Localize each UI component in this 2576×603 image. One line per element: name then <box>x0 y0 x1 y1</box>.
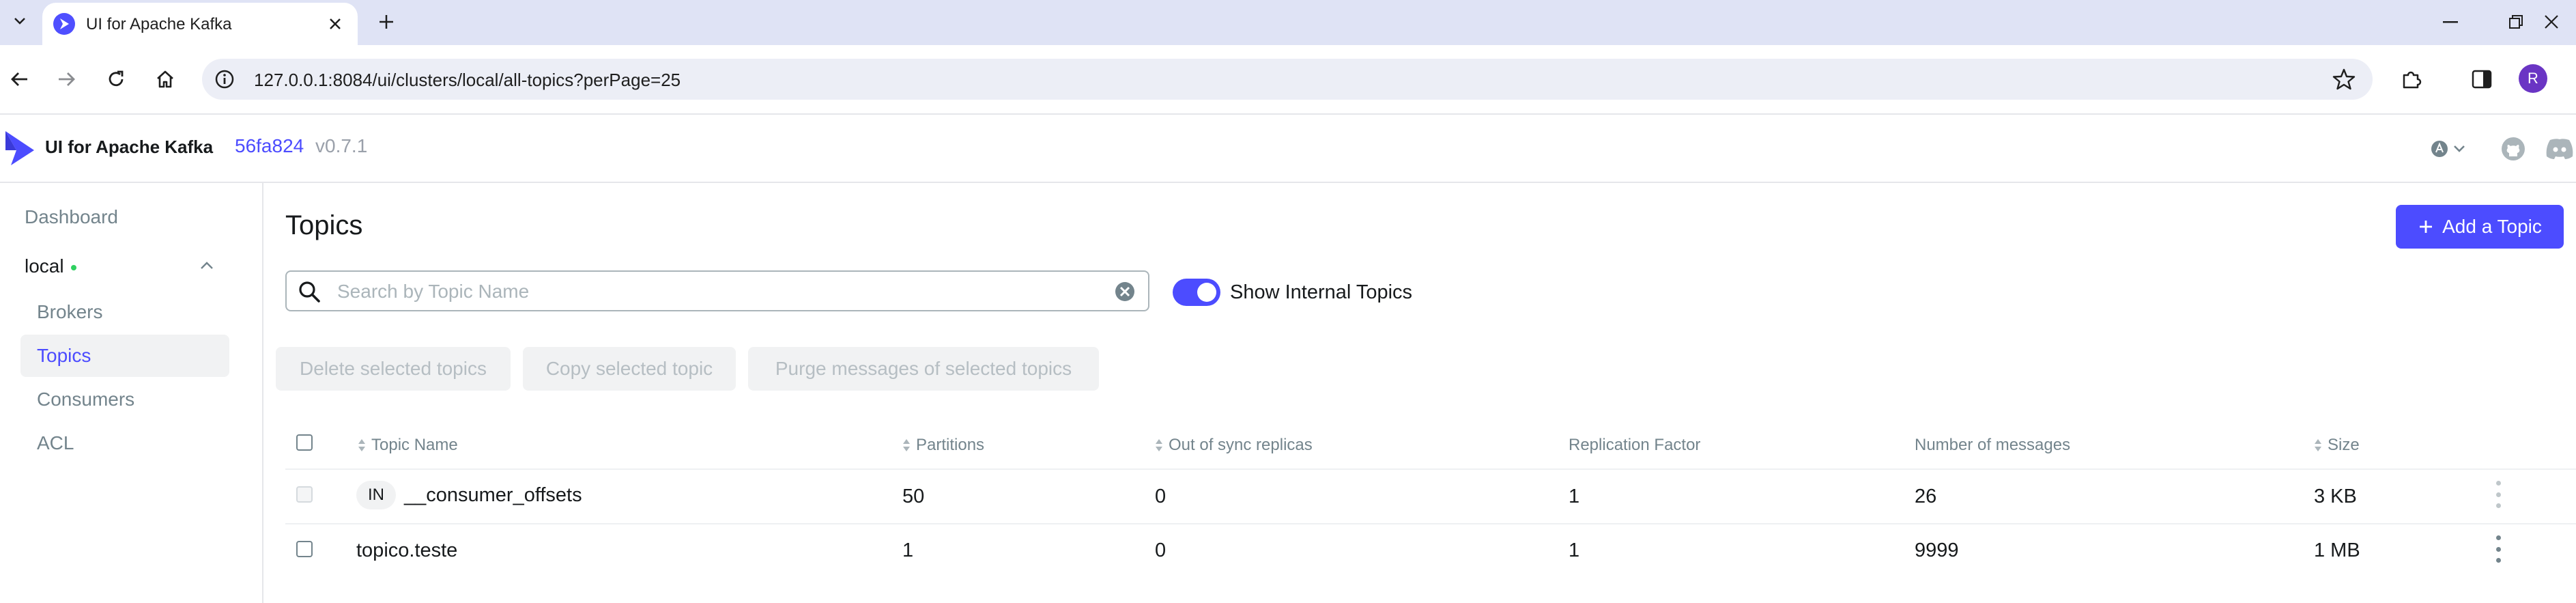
user-menu-dropdown[interactable] <box>2430 135 2471 163</box>
row-actions-kebab-icon[interactable] <box>2493 481 2504 508</box>
chevron-up-icon[interactable] <box>199 261 214 270</box>
url-text[interactable]: 127.0.0.1:8084/ui/clusters/local/all-top… <box>254 70 681 91</box>
table-header-divider <box>285 468 2576 470</box>
site-info-icon[interactable] <box>214 69 235 89</box>
tab-title: UI for Apache Kafka <box>86 15 232 33</box>
search-input[interactable] <box>336 277 1089 306</box>
out-of-sync-cell: 0 <box>1155 486 1167 507</box>
partitions-cell: 50 <box>902 486 925 507</box>
row-divider <box>285 523 2576 524</box>
browser-tab-bar: UI for Apache Kafka <box>0 0 2576 45</box>
github-icon[interactable] <box>2500 135 2527 163</box>
column-label: Number of messages <box>1915 436 2071 454</box>
close-window-icon[interactable] <box>2531 7 2572 37</box>
sidebar: Dashboard local Brokers Topics Consumers… <box>0 183 263 603</box>
column-label: Out of sync replicas <box>1169 436 1313 454</box>
extensions-puzzle-icon[interactable] <box>2394 63 2427 96</box>
sidebar-item-dashboard[interactable]: Dashboard <box>25 206 118 228</box>
column-header-out-of-sync-replicas[interactable]: Out of sync replicas <box>1155 436 1313 455</box>
sort-icon <box>903 439 910 451</box>
column-header-size[interactable]: Size <box>2314 436 2360 455</box>
sidebar-item-topics[interactable]: Topics <box>20 335 229 377</box>
cluster-online-status-dot <box>70 264 76 270</box>
sidebar-item-label: Brokers <box>37 301 103 322</box>
purge-messages-button[interactable]: Purge messages of selected topics <box>748 347 1099 391</box>
messages-count-cell: 26 <box>1915 486 1937 507</box>
out-of-sync-cell: 0 <box>1155 539 1167 561</box>
close-tab-icon[interactable] <box>324 12 347 36</box>
internal-topic-badge: IN <box>356 481 396 509</box>
column-header-partitions[interactable]: Partitions <box>902 436 984 455</box>
kafka-ui-logo-icon[interactable] <box>3 130 37 167</box>
bookmark-star-icon[interactable] <box>2332 67 2356 92</box>
row-actions-kebab-icon[interactable] <box>2493 535 2504 563</box>
home-icon[interactable] <box>149 63 182 96</box>
discord-icon[interactable] <box>2543 135 2576 163</box>
column-label: Replication Factor <box>1569 436 1701 454</box>
forward-arrow-icon[interactable] <box>51 63 83 96</box>
new-tab-plus-icon[interactable] <box>374 10 399 34</box>
column-header-topic-name[interactable]: Topic Name <box>358 436 458 455</box>
select-all-checkbox[interactable] <box>296 434 313 451</box>
profile-avatar[interactable]: R <box>2519 64 2547 93</box>
side-panel-icon[interactable] <box>2465 63 2498 96</box>
column-label: Topic Name <box>371 436 458 454</box>
size-cell: 1 MB <box>2314 539 2360 561</box>
version-hash-link[interactable]: 56fa824 <box>235 135 304 157</box>
sort-icon <box>358 439 365 451</box>
page-title: Topics <box>285 210 363 240</box>
show-internal-topics-label[interactable]: Show Internal Topics <box>1230 281 1412 304</box>
sidebar-item-label: Consumers <box>37 389 135 410</box>
toggle-knob <box>1197 283 1216 302</box>
reload-icon[interactable] <box>100 63 132 96</box>
show-internal-topics-toggle[interactable] <box>1173 279 1220 306</box>
browser-tab[interactable]: UI for Apache Kafka <box>42 3 358 45</box>
user-chevron-down-icon[interactable] <box>2430 139 2471 159</box>
back-arrow-icon[interactable] <box>3 63 35 96</box>
sort-icon <box>2315 439 2321 451</box>
sort-icon <box>1156 439 1162 451</box>
app-header: UI for Apache Kafka 56fa824 v0.7.1 <box>0 115 2576 183</box>
copy-selected-topic-button[interactable]: Copy selected topic <box>523 347 736 391</box>
sidebar-item-acl[interactable]: ACL <box>20 422 229 464</box>
delete-selected-topics-button[interactable]: Delete selected topics <box>276 347 511 391</box>
column-label: Size <box>2328 436 2360 454</box>
row-checkbox <box>296 486 313 503</box>
column-label: Partitions <box>916 436 985 454</box>
address-bar[interactable]: 127.0.0.1:8084/ui/clusters/local/all-top… <box>202 59 2373 100</box>
column-header-number-of-messages: Number of messages <box>1915 436 2070 455</box>
replication-factor-cell: 1 <box>1569 539 1580 561</box>
version-number: v0.7.1 <box>315 135 368 156</box>
sidebar-item-consumers[interactable]: Consumers <box>20 378 229 421</box>
sidebar-item-brokers[interactable]: Brokers <box>20 291 229 333</box>
tab-search-chevron-icon[interactable] <box>7 8 33 34</box>
minimize-window-icon[interactable] <box>2430 7 2471 37</box>
clear-search-icon[interactable] <box>1114 281 1136 303</box>
messages-count-cell: 9999 <box>1915 539 1959 561</box>
cluster-name: local <box>25 255 64 277</box>
add-topic-button[interactable]: Add a Topic <box>2396 205 2564 249</box>
plus-icon <box>2420 221 2433 233</box>
restore-window-icon[interactable] <box>2495 7 2536 37</box>
sidebar-cluster-local[interactable]: local <box>25 255 229 280</box>
app-title[interactable]: UI for Apache Kafka <box>45 137 213 158</box>
browser-toolbar: 127.0.0.1:8084/ui/clusters/local/all-top… <box>0 45 2576 115</box>
topic-name-link[interactable]: __consumer_offsets <box>404 484 582 507</box>
topic-search-box[interactable] <box>285 270 1149 311</box>
sidebar-item-label: Topics <box>37 345 91 366</box>
kafka-favicon-icon <box>53 13 75 35</box>
sidebar-item-label: ACL <box>37 432 74 453</box>
row-checkbox[interactable] <box>296 541 313 557</box>
partitions-cell: 1 <box>902 539 914 561</box>
column-header-replication-factor: Replication Factor <box>1569 436 1700 455</box>
add-topic-label: Add a Topic <box>2442 216 2542 237</box>
replication-factor-cell: 1 <box>1569 486 1580 507</box>
search-icon <box>299 281 320 303</box>
topic-name-link[interactable]: topico.teste <box>356 539 457 562</box>
size-cell: 3 KB <box>2314 486 2357 507</box>
